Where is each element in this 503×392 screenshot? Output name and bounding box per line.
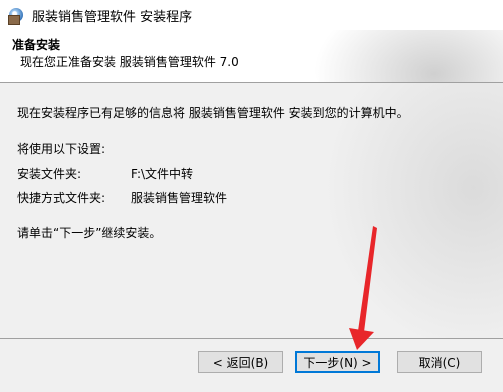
next-button[interactable]: 下一步(N) > xyxy=(295,351,380,373)
install-folder-value: F:\文件中转 xyxy=(131,167,194,181)
page-subtitle: 现在您正准备安装 服装销售管理软件 7.0 xyxy=(20,55,239,69)
wizard-header: 准备安装 现在您正准备安装 服装销售管理软件 7.0 xyxy=(0,30,503,83)
window-title: 服装销售管理软件 安装程序 xyxy=(32,9,193,25)
continue-hint: 请单击“下一步”继续安装。 xyxy=(17,226,162,240)
button-bar: < 返回(B) 下一步(N) > 取消(C) xyxy=(0,338,503,392)
installer-app-icon xyxy=(8,7,24,25)
install-folder-label: 安装文件夹: xyxy=(17,167,82,181)
title-bar: 服装销售管理软件 安装程序 xyxy=(0,0,503,30)
back-button[interactable]: < 返回(B) xyxy=(198,351,283,373)
settings-label: 将使用以下设置: xyxy=(17,142,106,156)
header-background-image xyxy=(313,30,503,82)
intro-text: 现在安装程序已有足够的信息将 服装销售管理软件 安装到您的计算机中。 xyxy=(17,106,409,120)
page-title: 准备安装 xyxy=(12,38,61,52)
background-image xyxy=(323,83,503,338)
shortcut-folder-label: 快捷方式文件夹: xyxy=(17,191,106,205)
cancel-button[interactable]: 取消(C) xyxy=(397,351,482,373)
shortcut-folder-value: 服装销售管理软件 xyxy=(131,191,228,205)
wizard-content: 现在安装程序已有足够的信息将 服装销售管理软件 安装到您的计算机中。 将使用以下… xyxy=(0,83,503,338)
